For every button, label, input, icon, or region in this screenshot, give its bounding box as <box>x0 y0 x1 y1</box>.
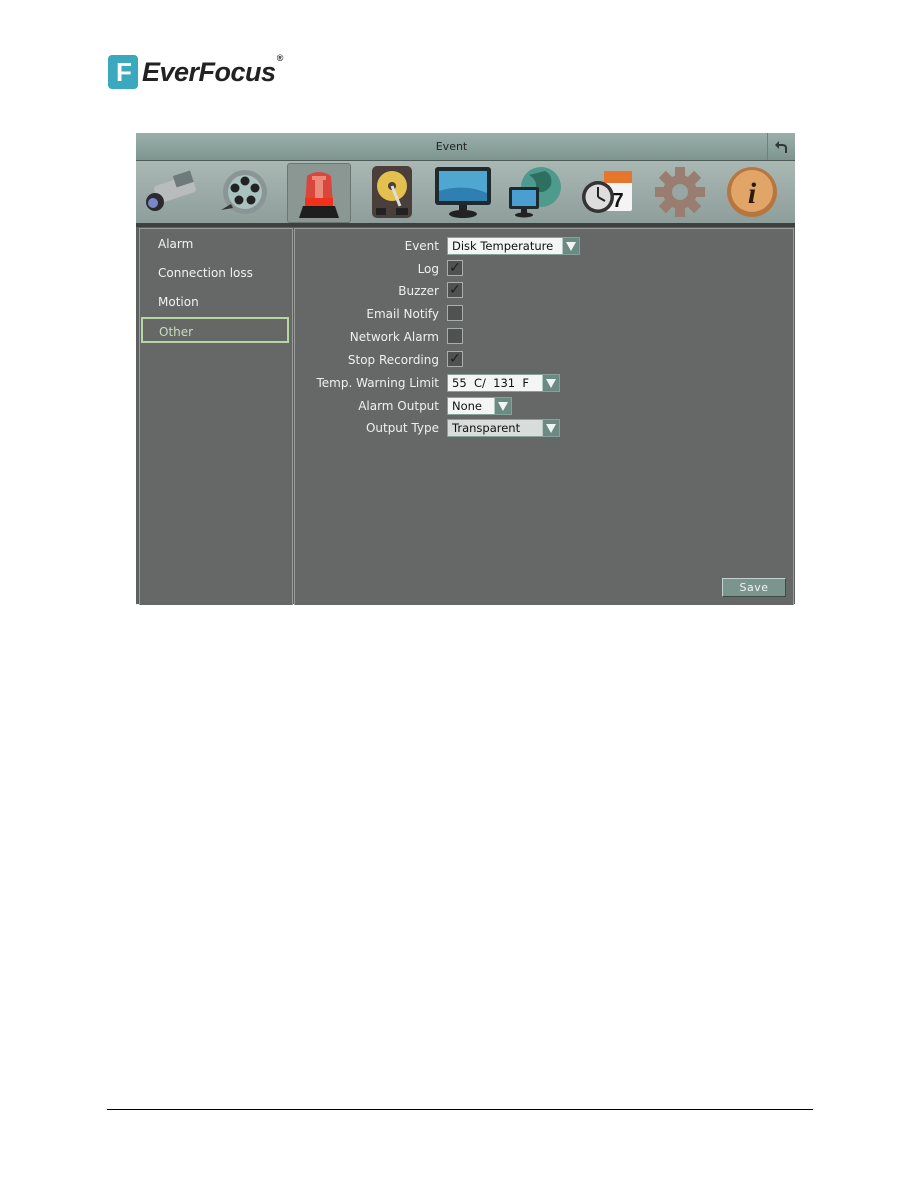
svg-text:7: 7 <box>612 190 623 212</box>
alarm-output-value: None <box>452 399 483 413</box>
brand-name: EverFocus® <box>142 52 283 87</box>
email-notify-label: Email Notify <box>366 307 439 321</box>
network-alarm-checkbox[interactable] <box>447 328 463 344</box>
everfocus-logo: F EverFocus® <box>108 52 283 90</box>
log-row: Log ✓ <box>295 259 793 279</box>
temp-warning-limit-row: Temp. Warning Limit 55 C/ 131 F <box>295 373 793 393</box>
email-notify-checkbox[interactable] <box>447 305 463 321</box>
chevron-down-icon <box>542 420 559 436</box>
toolbar-information[interactable]: i <box>721 163 783 221</box>
chevron-down-icon <box>562 238 579 254</box>
back-arrow-icon <box>774 140 787 153</box>
temp-warning-limit-value: 55 C/ 131 F <box>452 376 530 390</box>
event-label: Event <box>404 239 439 253</box>
chevron-down-icon <box>542 375 559 391</box>
output-type-select[interactable]: Transparent <box>447 419 560 437</box>
output-type-row: Output Type Transparent <box>295 418 793 438</box>
record-reel-icon <box>221 170 267 214</box>
output-type-value: Transparent <box>452 421 521 435</box>
alarm-output-select[interactable]: None <box>447 397 512 415</box>
log-checkbox[interactable]: ✓ <box>447 260 463 276</box>
sidebar-item-connection-loss[interactable]: Connection loss <box>140 260 290 286</box>
toolbar-camera[interactable] <box>140 163 202 221</box>
window-title: Event <box>435 140 468 153</box>
dvr-settings-window: Event 7 i Alarm Connection loss Motion O… <box>136 133 795 605</box>
event-settings-panel: Event Disk Temperature Log ✓ Buzzer ✓ Em… <box>294 228 794 605</box>
chevron-down-icon <box>494 398 511 414</box>
toolbar-network[interactable] <box>504 163 566 221</box>
checkmark-icon: ✓ <box>449 351 461 367</box>
alarm-siren-icon <box>299 172 339 218</box>
temp-warning-limit-select[interactable]: 55 C/ 131 F <box>447 374 560 392</box>
toolbar-record[interactable] <box>212 163 274 221</box>
buzzer-label: Buzzer <box>398 284 439 298</box>
event-select-value: Disk Temperature <box>452 239 554 253</box>
network-globe-icon <box>509 167 561 218</box>
toolbar-schedule[interactable]: 7 <box>576 163 638 221</box>
logo-mark-icon: F <box>108 55 138 89</box>
event-row: Event Disk Temperature <box>295 236 793 256</box>
stop-recording-label: Stop Recording <box>347 353 439 367</box>
network-alarm-label: Network Alarm <box>349 330 439 344</box>
gear-icon <box>655 167 705 217</box>
camera-icon <box>146 170 197 211</box>
monitor-icon <box>435 167 491 218</box>
alarm-output-row: Alarm Output None <box>295 396 793 416</box>
temp-warning-limit-label: Temp. Warning Limit <box>316 376 439 390</box>
toolbar-disk[interactable] <box>361 163 423 221</box>
sidebar-item-alarm[interactable]: Alarm <box>140 231 290 257</box>
buzzer-row: Buzzer ✓ <box>295 281 793 301</box>
info-icon: i <box>727 167 777 217</box>
toolbar-system[interactable] <box>649 163 711 221</box>
log-label: Log <box>417 262 439 276</box>
sidebar-item-motion[interactable]: Motion <box>140 289 290 315</box>
footer-divider <box>107 1109 813 1110</box>
email-notify-row: Email Notify <box>295 304 793 324</box>
sidebar: Alarm Connection loss Motion Other <box>139 228 293 605</box>
stop-recording-row: Stop Recording ✓ <box>295 350 793 370</box>
title-bar: Event <box>136 133 795 161</box>
buzzer-checkbox[interactable]: ✓ <box>447 282 463 298</box>
toolbar-display[interactable] <box>432 163 494 221</box>
network-alarm-row: Network Alarm <box>295 327 793 347</box>
back-button[interactable] <box>767 133 795 160</box>
svg-text:i: i <box>748 177 757 210</box>
hard-disk-icon <box>372 166 412 218</box>
sidebar-item-other[interactable]: Other <box>141 317 289 343</box>
category-toolbar: 7 i <box>136 161 795 227</box>
event-select[interactable]: Disk Temperature <box>447 237 580 255</box>
clock-calendar-icon: 7 <box>582 171 632 213</box>
toolbar-event[interactable] <box>287 163 351 223</box>
checkmark-icon: ✓ <box>449 282 461 298</box>
stop-recording-checkbox[interactable]: ✓ <box>447 351 463 367</box>
output-type-label: Output Type <box>365 421 439 435</box>
checkmark-icon: ✓ <box>449 260 461 276</box>
save-button[interactable]: Save <box>722 578 786 597</box>
alarm-output-label: Alarm Output <box>358 399 439 413</box>
